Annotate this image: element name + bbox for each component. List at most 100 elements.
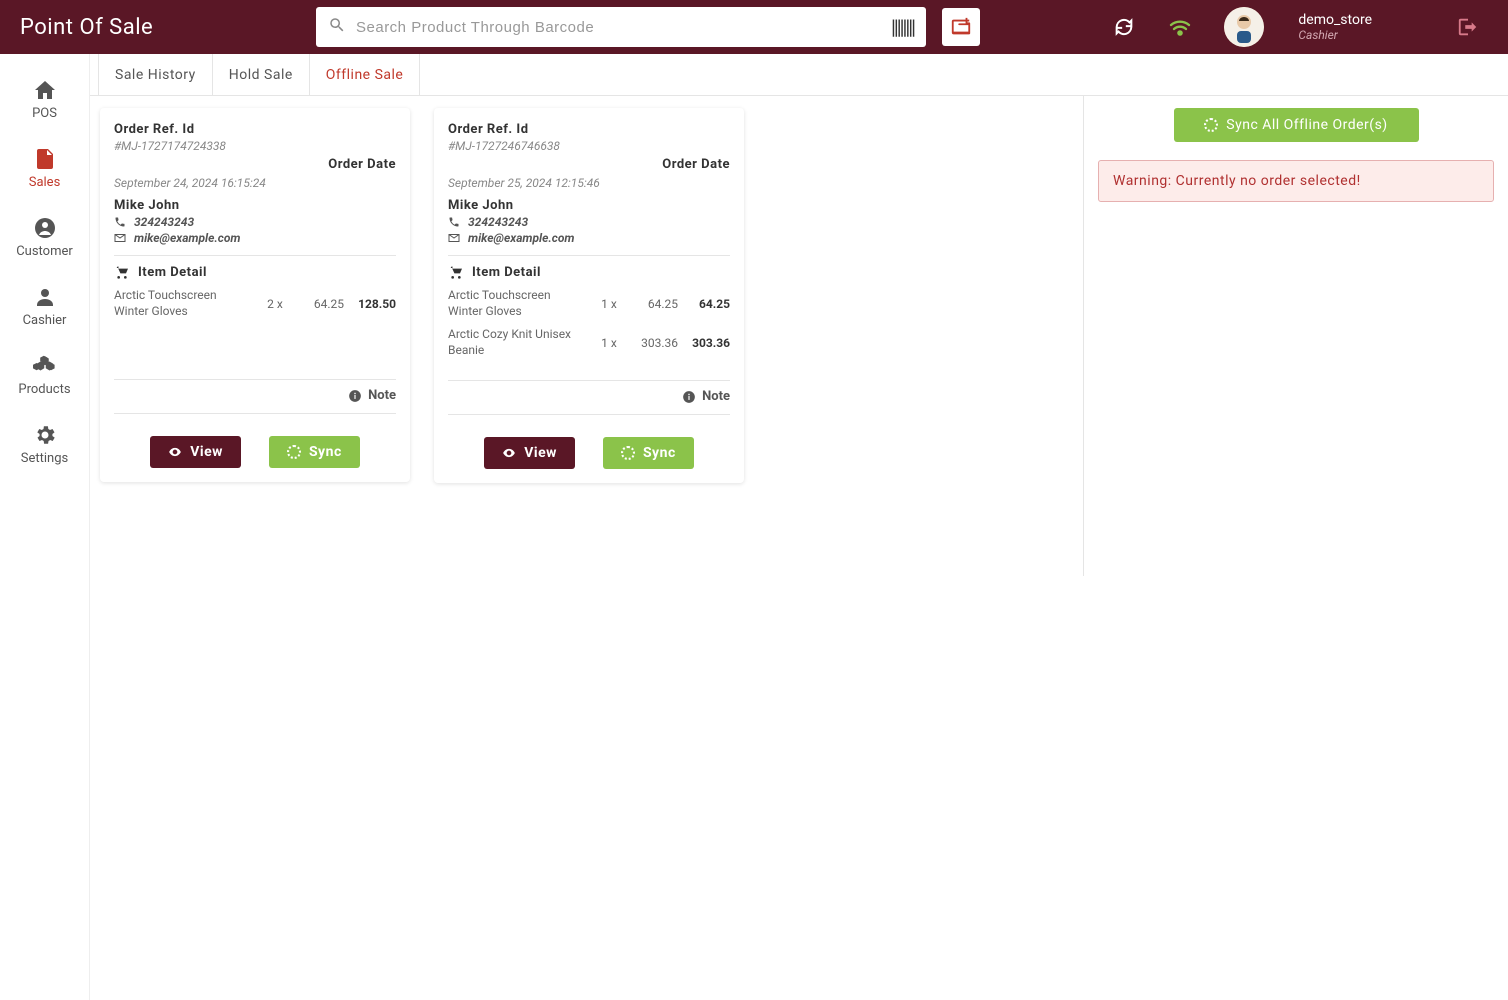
- username: demo_store: [1298, 12, 1372, 28]
- divider: [448, 414, 730, 415]
- phone-icon: [114, 216, 126, 228]
- customer-phone: 324243243: [134, 215, 194, 229]
- item-row: Arctic Touchscreen Winter Gloves 2 x 64.…: [114, 288, 396, 319]
- main: Order Ref. Id #MJ-1727174724338 Order Da…: [90, 96, 1508, 1000]
- spinner-icon: [621, 446, 635, 460]
- orders-area: Order Ref. Id #MJ-1727174724338 Order Da…: [90, 96, 1083, 1000]
- sync-button[interactable]: Sync: [603, 437, 694, 469]
- divider: [448, 380, 730, 381]
- divider: [448, 255, 730, 256]
- tab-hold-sale[interactable]: Hold Sale: [213, 54, 310, 95]
- order-card[interactable]: Order Ref. Id #MJ-1727246746638 Order Da…: [434, 108, 744, 483]
- tab-sale-history[interactable]: Sale History: [98, 54, 213, 95]
- search-icon: [328, 16, 346, 38]
- item-total: 64.25: [684, 297, 730, 311]
- item-qty: 1 x: [592, 336, 626, 350]
- order-ref-id: #MJ-1727174724338: [114, 139, 396, 153]
- item-detail-header: Item Detail: [114, 264, 396, 280]
- logout-icon[interactable]: [1448, 7, 1488, 47]
- customer-name: Mike John: [448, 198, 730, 213]
- sidebar-item-label: Products: [18, 382, 70, 397]
- divider: [114, 413, 396, 414]
- spinner-icon: [1204, 118, 1218, 132]
- cart-icon: [114, 264, 130, 280]
- sidebar-item-customer[interactable]: Customer: [0, 202, 89, 271]
- sidebar-item-label: Customer: [16, 244, 73, 259]
- item-name: Arctic Cozy Knit Unisex Beanie: [448, 327, 586, 358]
- divider: [114, 255, 396, 256]
- search-input[interactable]: [356, 19, 881, 36]
- sidebar-item-cashier[interactable]: Cashier: [0, 271, 89, 340]
- order-ref-label: Order Ref. Id: [114, 122, 396, 137]
- view-button[interactable]: View: [484, 437, 575, 469]
- brand-title: Point Of Sale: [20, 15, 300, 40]
- sidebar: POS Sales Customer Cashier Products Sett…: [0, 54, 90, 1000]
- eye-icon: [502, 446, 516, 460]
- sidebar-item-settings[interactable]: Settings: [0, 409, 89, 478]
- wifi-icon[interactable]: [1160, 7, 1200, 47]
- info-icon: [682, 390, 696, 404]
- sidebar-item-label: Settings: [21, 451, 68, 466]
- info-icon: [348, 389, 362, 403]
- note-row: Note: [114, 388, 396, 403]
- item-qty: 2 x: [258, 297, 292, 311]
- order-date-label: Order Date: [448, 157, 730, 172]
- item-price: 303.36: [632, 336, 678, 350]
- sidebar-item-products[interactable]: Products: [0, 340, 89, 409]
- customer-email-row: mike@example.com: [114, 231, 396, 245]
- customer-phone: 324243243: [468, 215, 528, 229]
- customer-phone-row: 324243243: [114, 215, 396, 229]
- warning-message: Warning: Currently no order selected!: [1098, 160, 1494, 202]
- header: Point Of Sale |||||||| demo_store Cashie…: [0, 0, 1508, 54]
- order-card[interactable]: Order Ref. Id #MJ-1727174724338 Order Da…: [100, 108, 410, 482]
- sidebar-item-label: POS: [32, 106, 57, 121]
- barcode-icon[interactable]: ||||||||: [891, 15, 914, 39]
- add-wallet-button[interactable]: [942, 8, 980, 46]
- item-total: 128.50: [350, 297, 396, 311]
- order-ref-label: Order Ref. Id: [448, 122, 730, 137]
- avatar[interactable]: [1224, 7, 1264, 47]
- email-icon: [448, 232, 460, 244]
- view-button[interactable]: View: [150, 436, 241, 468]
- item-price: 64.25: [298, 297, 344, 311]
- order-date-value: September 25, 2024 12:15:46: [448, 176, 730, 190]
- item-price: 64.25: [632, 297, 678, 311]
- user-menu[interactable]: demo_store Cashier: [1298, 12, 1372, 42]
- item-name: Arctic Touchscreen Winter Gloves: [114, 288, 252, 319]
- item-qty: 1 x: [592, 297, 626, 311]
- sidebar-item-label: Sales: [29, 175, 61, 190]
- note-row: Note: [448, 389, 730, 404]
- user-role: Cashier: [1298, 28, 1372, 42]
- item-total: 303.36: [684, 336, 730, 350]
- card-actions: View Sync: [114, 436, 396, 468]
- item-detail-header: Item Detail: [448, 264, 730, 280]
- phone-icon: [448, 216, 460, 228]
- refresh-icon[interactable]: [1104, 7, 1144, 47]
- sidebar-item-pos[interactable]: POS: [0, 64, 89, 133]
- customer-email: mike@example.com: [468, 231, 575, 245]
- customer-email-row: mike@example.com: [448, 231, 730, 245]
- cart-icon: [448, 264, 464, 280]
- order-date-value: September 24, 2024 16:15:24: [114, 176, 396, 190]
- divider: [114, 379, 396, 380]
- item-row: Arctic Cozy Knit Unisex Beanie 1 x 303.3…: [448, 327, 730, 358]
- customer-email: mike@example.com: [134, 231, 241, 245]
- card-actions: View Sync: [448, 437, 730, 469]
- spinner-icon: [287, 445, 301, 459]
- tab-offline-sale[interactable]: Offline Sale: [310, 54, 421, 95]
- sync-all-label: Sync All Offline Order(s): [1226, 117, 1387, 133]
- search-box[interactable]: ||||||||: [316, 7, 926, 47]
- customer-phone-row: 324243243: [448, 215, 730, 229]
- item-name: Arctic Touchscreen Winter Gloves: [448, 288, 586, 319]
- eye-icon: [168, 445, 182, 459]
- sidebar-item-sales[interactable]: Sales: [0, 133, 89, 202]
- sidebar-item-label: Cashier: [23, 313, 67, 328]
- right-panel: Sync All Offline Order(s) Warning: Curre…: [1083, 96, 1508, 576]
- order-ref-id: #MJ-1727246746638: [448, 139, 730, 153]
- tabs: Sale History Hold Sale Offline Sale: [90, 54, 1508, 96]
- customer-name: Mike John: [114, 198, 396, 213]
- order-date-label: Order Date: [114, 157, 396, 172]
- sync-button[interactable]: Sync: [269, 436, 360, 468]
- item-row: Arctic Touchscreen Winter Gloves 1 x 64.…: [448, 288, 730, 319]
- sync-all-button[interactable]: Sync All Offline Order(s): [1174, 108, 1419, 142]
